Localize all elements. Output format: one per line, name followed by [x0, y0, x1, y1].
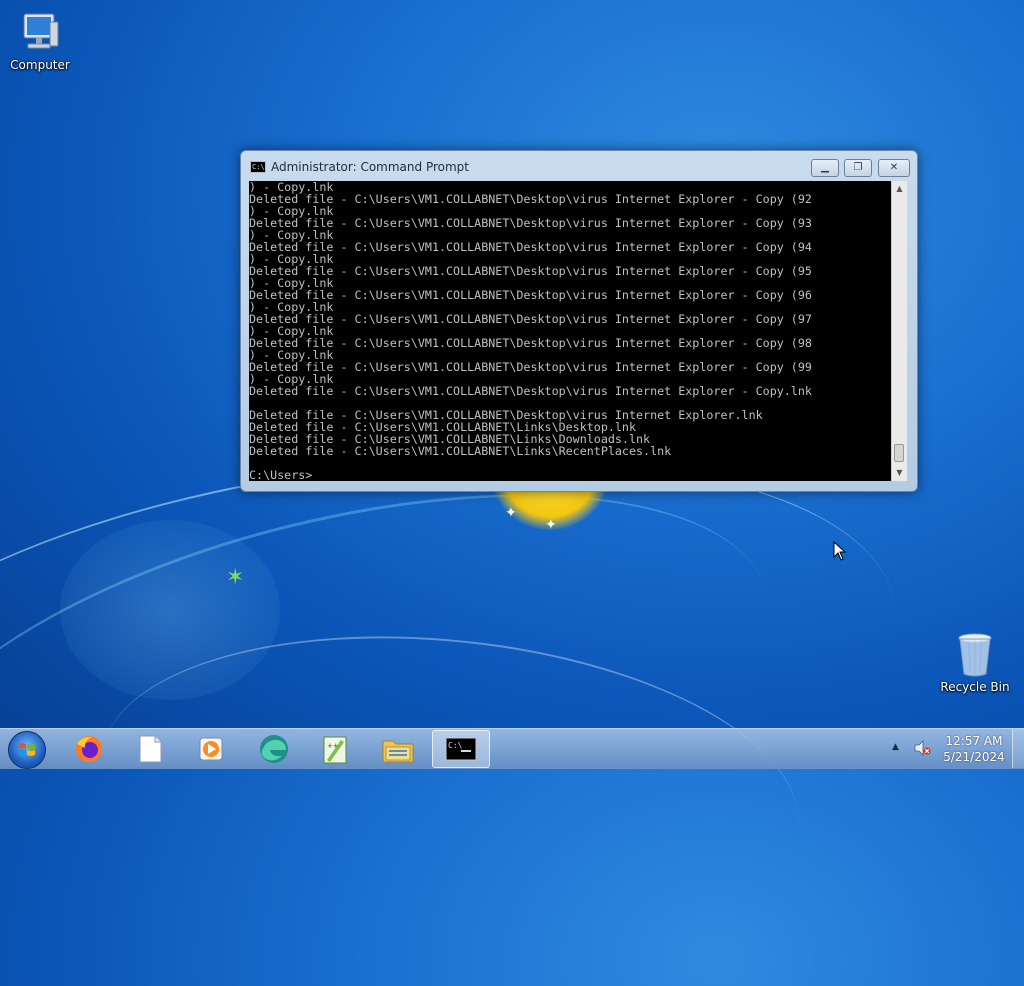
- file-explorer-icon: [382, 740, 414, 763]
- taskbar-clock[interactable]: 12:57 AM 5/21/2024: [940, 733, 1008, 765]
- command-prompt-window[interactable]: C:\ Administrator: Command Prompt ▁ ❐ ✕ …: [240, 150, 918, 492]
- maximize-button[interactable]: ❐: [844, 159, 872, 177]
- minimize-icon: ▁: [821, 162, 829, 173]
- taskbar-document[interactable]: [121, 730, 179, 768]
- taskbar: ++ C:\: [0, 728, 1024, 769]
- windows-start-icon: [19, 743, 35, 756]
- desktop-icon-label: Recycle Bin: [940, 680, 1010, 694]
- show-desktop-button[interactable]: [1012, 729, 1024, 768]
- desktop-icon-label: Computer: [10, 58, 70, 72]
- taskbar-notepad-plus-plus[interactable]: ++: [305, 730, 363, 768]
- desktop-icon-computer[interactable]: Computer: [0, 8, 80, 72]
- scroll-down-arrow-icon[interactable]: ▼: [892, 465, 907, 481]
- minimize-button[interactable]: ▁: [811, 159, 839, 177]
- scroll-up-arrow-icon[interactable]: ▲: [892, 181, 907, 197]
- taskbar-file-explorer[interactable]: [369, 730, 427, 768]
- blank-document-icon: [139, 735, 162, 763]
- restore-icon: ❐: [853, 162, 863, 173]
- command-prompt-icon: C:\: [445, 737, 477, 761]
- recycle-bin-icon: [958, 633, 992, 677]
- sparkle-icon: ✦: [545, 517, 557, 533]
- media-player-icon: [199, 737, 223, 761]
- firefox-icon: [76, 736, 102, 762]
- close-icon: ✕: [889, 162, 899, 173]
- desktop-icon-recycle-bin[interactable]: Recycle Bin: [935, 630, 1015, 694]
- clock-date: 5/21/2024: [943, 750, 1005, 764]
- window-titlebar[interactable]: C:\ Administrator: Command Prompt ▁ ❐ ✕: [241, 151, 917, 181]
- console-output[interactable]: ) - Copy.lnk Deleted file - C:\Users\VM1…: [249, 181, 891, 481]
- vertical-scrollbar[interactable]: ▲ ▼: [891, 181, 907, 481]
- cmd-icon: C:\: [250, 161, 266, 173]
- taskbar-command-prompt[interactable]: C:\: [432, 730, 490, 768]
- taskbar-media-player[interactable]: [182, 730, 240, 768]
- taskbar-firefox[interactable]: [60, 730, 118, 768]
- console-text: ) - Copy.lnk Deleted file - C:\Users\VM1…: [249, 181, 812, 481]
- taskbar-browser[interactable]: [244, 730, 302, 768]
- svg-text:C:\: C:\: [448, 741, 463, 750]
- volume-muted-icon[interactable]: [913, 740, 931, 756]
- close-button[interactable]: ✕: [878, 159, 910, 177]
- notepad-plus-plus-icon: ++: [323, 736, 347, 764]
- scrollbar-thumb[interactable]: [894, 444, 904, 462]
- mouse-cursor-icon: [833, 541, 847, 561]
- leaf-icon: ✶: [226, 565, 245, 590]
- window-title: Administrator: Command Prompt: [271, 160, 469, 174]
- svg-text:++: ++: [327, 742, 339, 750]
- clock-time: 12:57 AM: [945, 734, 1003, 748]
- computer-icon: [23, 13, 59, 49]
- show-hidden-icons-icon[interactable]: ▲: [892, 742, 899, 752]
- start-button[interactable]: [8, 731, 46, 769]
- edge-like-browser-icon: [260, 735, 288, 763]
- sparkle-icon: ✦: [505, 505, 517, 521]
